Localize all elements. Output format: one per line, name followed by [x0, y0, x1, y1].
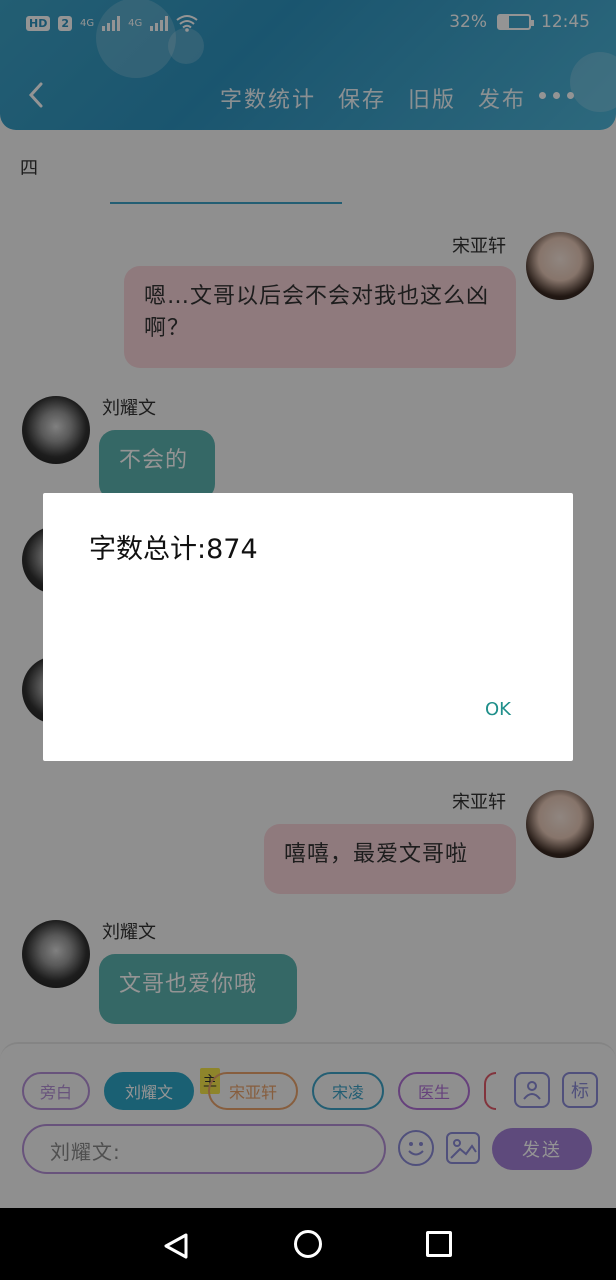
system-back-icon[interactable] — [162, 1232, 190, 1260]
dialog-message: 字数总计:874 — [89, 534, 258, 565]
system-home-icon[interactable] — [294, 1230, 322, 1258]
word-count-dialog: 字数总计:874 OK — [43, 493, 573, 761]
system-recents-icon[interactable] — [426, 1231, 452, 1257]
system-nav-bar — [0, 1208, 616, 1280]
ok-button[interactable]: OK — [485, 699, 511, 720]
